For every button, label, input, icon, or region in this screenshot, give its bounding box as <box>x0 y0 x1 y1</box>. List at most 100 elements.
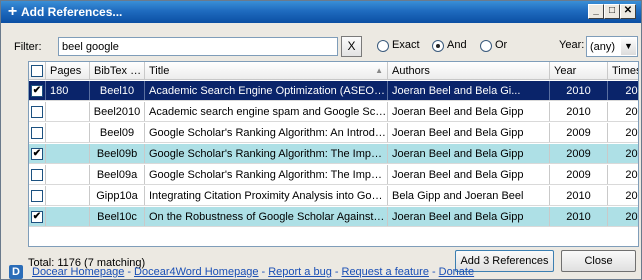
cell-pages <box>46 207 90 226</box>
window-title: Add References... <box>21 5 123 19</box>
row-checkbox[interactable] <box>31 106 43 118</box>
link-separator: - <box>261 266 266 278</box>
row-checkbox[interactable]: ✔ <box>31 148 43 160</box>
cell-bibtex-key: Beel09b <box>90 144 145 163</box>
table-row[interactable]: ✔ Beel10c On the Robustness of Google Scho… <box>29 207 638 227</box>
cell-timestamp: 2009-09-04 <box>608 81 638 100</box>
cell-bibtex-key: Beel10c <box>90 207 145 226</box>
filter-label: Filter: <box>14 41 42 53</box>
table-row[interactable]: Beel2010 Academic search engine spam and … <box>29 102 638 122</box>
row-checkbox-cell: ✔ <box>29 207 46 226</box>
exact-radio[interactable] <box>377 40 389 52</box>
filter-bar: Filter: X Exact And Or Year: (any) ▼ <box>1 23 641 61</box>
row-checkbox[interactable]: ✔ <box>31 85 43 97</box>
cell-authors: Joeran Beel and Bela Gipp <box>388 165 550 184</box>
cell-title: Google Scholar's Ranking Algorithm: An I… <box>145 123 388 142</box>
table-row[interactable]: Beel09a Google Scholar's Ranking Algorith… <box>29 165 638 185</box>
column-header-authors[interactable]: Authors <box>388 62 550 79</box>
footer-link[interactable]: Donate <box>439 266 474 278</box>
clear-filter-button[interactable]: X <box>341 36 362 57</box>
cell-pages <box>46 165 90 184</box>
cell-timestamp: 2009-02-24 <box>608 144 638 163</box>
cell-authors: Joeran Beel and Bela Gipp <box>388 102 550 121</box>
link-separator: - <box>127 266 132 278</box>
footer-link[interactable]: Docear Homepage <box>32 266 124 278</box>
table-row[interactable]: Beel09 Google Scholar's Ranking Algorithm… <box>29 123 638 143</box>
cell-bibtex-key: Beel10 <box>90 81 145 100</box>
cell-bibtex-key: Beel2010 <box>90 102 145 121</box>
column-header-pages[interactable]: Pages <box>46 62 90 79</box>
or-radio[interactable] <box>480 40 492 52</box>
column-header-year[interactable]: Year <box>550 62 608 79</box>
year-select[interactable]: (any) ▼ <box>586 36 638 57</box>
table-row[interactable]: ✔ 180 Beel10 Academic Search Engine Optimiz… <box>29 81 638 101</box>
maximize-button[interactable]: □ <box>604 4 620 19</box>
add-references-dialog: + Add References... _ □ ✕ Filter: X Exac… <box>0 0 642 280</box>
exact-label: Exact <box>392 39 420 51</box>
filter-input[interactable] <box>58 37 338 56</box>
header-checkbox-cell <box>29 62 46 79</box>
cell-bibtex-key: Beel09a <box>90 165 145 184</box>
cell-year: 2010 <box>550 207 608 226</box>
footer-link[interactable]: Request a feature <box>342 266 429 278</box>
cell-authors: Joeran Beel and Bela Gipp <box>388 144 550 163</box>
row-checkbox[interactable]: ✔ <box>31 211 43 223</box>
link-separator: - <box>334 266 339 278</box>
column-header-timestamp[interactable]: Timestamp <box>608 62 638 79</box>
table-row[interactable]: ✔ Beel09b Google Scholar's Ranking Algorit… <box>29 144 638 164</box>
and-radio[interactable] <box>432 40 444 52</box>
or-label: Or <box>495 39 508 51</box>
cell-year: 2009 <box>550 123 608 142</box>
cell-title: On the Robustness of Google Scholar Agai… <box>145 207 388 226</box>
minimize-button[interactable]: _ <box>588 4 604 19</box>
column-header-title[interactable]: Title ▲ <box>145 62 388 79</box>
sort-ascending-icon: ▲ <box>375 66 383 75</box>
cell-title: Academic search engine spam and Google S… <box>145 102 388 121</box>
cell-year: 2010 <box>550 81 608 100</box>
cell-year: 2010 <box>550 102 608 121</box>
cell-bibtex-key: Beel09 <box>90 123 145 142</box>
footer-links: D Docear Homepage - Docear4Word Homepage - R… <box>1 262 641 280</box>
cell-timestamp: 2009-02-24 <box>608 123 638 142</box>
cell-authors: Bela Gipp and Joeran Beel <box>388 186 550 205</box>
footer-link[interactable]: Docear4Word Homepage <box>134 266 259 278</box>
row-checkbox[interactable] <box>31 190 43 202</box>
cell-pages: 180 <box>46 81 90 100</box>
column-header-bibtex-key[interactable]: BibTex Key <box>90 62 145 79</box>
cell-year: 2009 <box>550 144 608 163</box>
references-table: Pages BibTex Key Title ▲ Authors Year Tim… <box>28 61 639 247</box>
plus-icon: + <box>7 3 18 20</box>
checkmark-icon: ✔ <box>32 148 42 159</box>
cell-timestamp: 2009-02-24 <box>608 165 638 184</box>
cell-authors: Joeran Beel and Bela Gipp <box>388 207 550 226</box>
cell-timestamp: 2010-04-21 <box>608 207 638 226</box>
column-title-label: Title <box>149 65 170 77</box>
footer-link[interactable]: Report a bug <box>268 266 332 278</box>
cell-timestamp: 2010-12-17 <box>608 102 638 121</box>
cell-title: Integrating Citation Proximity Analysis … <box>145 186 388 205</box>
close-window-button[interactable]: ✕ <box>620 4 636 19</box>
row-checkbox-cell <box>29 123 46 142</box>
footer-link-list: Docear Homepage - Docear4Word Homepage - Rep… <box>32 266 474 278</box>
row-checkbox[interactable] <box>31 127 43 139</box>
table-row[interactable]: Gipp10a Integrating Citation Proximity An… <box>29 186 638 206</box>
checkmark-icon: ✔ <box>32 85 42 96</box>
select-all-checkbox[interactable] <box>31 65 43 77</box>
row-checkbox[interactable] <box>31 169 43 181</box>
cell-authors: Joeran Beel and Bela Gipp <box>388 123 550 142</box>
and-label: And <box>447 39 467 51</box>
year-label: Year: <box>559 39 585 51</box>
cell-year: 2010 <box>550 186 608 205</box>
title-bar[interactable]: + Add References... _ □ ✕ <box>1 1 641 23</box>
cell-title: Google Scholar's Ranking Algorithm: The … <box>145 144 388 163</box>
year-value: (any) <box>590 41 616 53</box>
cell-year: 2009 <box>550 165 608 184</box>
row-checkbox-cell <box>29 165 46 184</box>
cell-title: Academic Search Engine Optimization (ASE… <box>145 81 388 100</box>
row-checkbox-cell: ✔ <box>29 81 46 100</box>
docear-logo-icon: D <box>9 265 23 279</box>
cell-authors: Joeran Beel and Bela Gi... <box>388 81 550 100</box>
row-checkbox-cell <box>29 186 46 205</box>
table-header: Pages BibTex Key Title ▲ Authors Year Tim… <box>29 62 638 80</box>
cell-pages <box>46 123 90 142</box>
